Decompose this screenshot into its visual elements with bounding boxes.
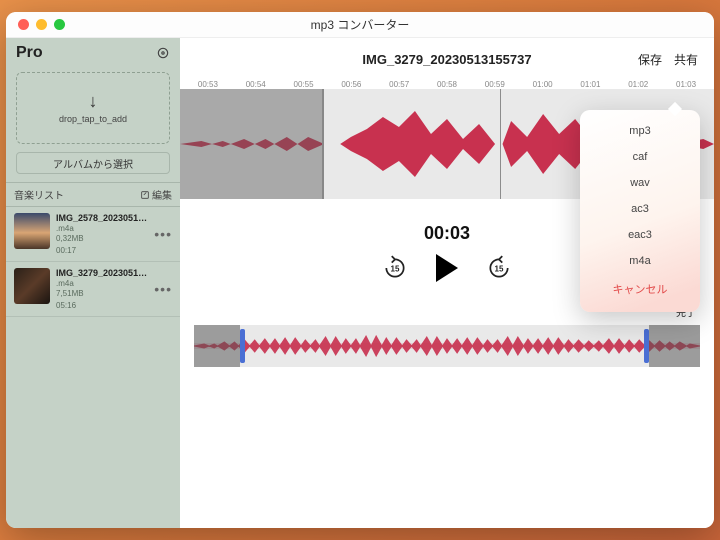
minimize-window-button[interactable] bbox=[36, 19, 47, 30]
play-button[interactable] bbox=[436, 254, 458, 282]
track-size: 7,51MB bbox=[56, 289, 148, 298]
window-title: mp3 コンバーター bbox=[6, 16, 714, 33]
overview-waveform-icon bbox=[194, 325, 700, 367]
ruler-tick: 00:56 bbox=[327, 80, 375, 89]
select-from-album-button[interactable]: アルバムから選択 bbox=[16, 152, 170, 174]
list-item[interactable]: IMG_3279_20230513155... .m4a 7,51MB 05:1… bbox=[6, 262, 180, 317]
music-list-header: 音楽リスト 編集 bbox=[6, 182, 180, 207]
skip-forward-button[interactable]: 15 bbox=[486, 255, 512, 281]
zoom-window-button[interactable] bbox=[54, 19, 65, 30]
format-menu: mp3 caf wav ac3 eac3 m4a キャンセル bbox=[580, 110, 700, 312]
track-ext: .m4a bbox=[56, 224, 148, 233]
edit-list-button[interactable]: 編集 bbox=[140, 187, 172, 202]
titlebar: mp3 コンバーター bbox=[6, 12, 714, 38]
ruler-tick: 01:01 bbox=[567, 80, 615, 89]
track-duration: 05:16 bbox=[56, 301, 148, 310]
main-panel: IMG_3279_20230513155737 保存 共有 00:53 00:5… bbox=[180, 38, 714, 528]
track-thumbnail bbox=[14, 268, 50, 304]
trim-mask-left[interactable] bbox=[180, 89, 324, 199]
format-option-ac3[interactable]: ac3 bbox=[580, 196, 700, 222]
ruler-tick: 00:55 bbox=[280, 80, 328, 89]
edit-label: 編集 bbox=[152, 187, 172, 202]
download-arrow-icon: ↓ bbox=[89, 92, 98, 110]
overview-mask-left bbox=[194, 325, 240, 367]
ruler-tick: 00:59 bbox=[471, 80, 519, 89]
format-option-mp3[interactable]: mp3 bbox=[580, 118, 700, 144]
sidebar-header: Pro bbox=[6, 38, 180, 66]
track-size: 0,32MB bbox=[56, 234, 148, 243]
time-ruler: 00:53 00:54 00:55 00:56 00:57 00:58 00:5… bbox=[180, 75, 714, 89]
format-option-caf[interactable]: caf bbox=[580, 144, 700, 170]
music-list: IMG_2578_20230513155... .m4a 0,32MB 00:1… bbox=[6, 207, 180, 317]
track-name: IMG_3279_20230513155... bbox=[56, 268, 148, 278]
window-controls bbox=[6, 19, 65, 30]
settings-icon[interactable] bbox=[156, 46, 170, 60]
format-option-m4a[interactable]: m4a bbox=[580, 248, 700, 274]
ruler-tick: 00:57 bbox=[375, 80, 423, 89]
more-icon[interactable]: ••• bbox=[154, 281, 172, 297]
sidebar: Pro ↓ drop_tap_to_add アルバムから選択 音楽リスト 編集 bbox=[6, 38, 180, 528]
main-header: IMG_3279_20230513155737 保存 共有 bbox=[180, 38, 714, 75]
ruler-tick: 01:03 bbox=[662, 80, 710, 89]
share-button[interactable]: 共有 bbox=[674, 51, 698, 68]
track-duration: 00:17 bbox=[56, 246, 148, 255]
ruler-tick: 00:58 bbox=[423, 80, 471, 89]
skip-back-button[interactable]: 15 bbox=[382, 255, 408, 281]
overview-handle-right[interactable] bbox=[644, 329, 649, 363]
track-thumbnail bbox=[14, 213, 50, 249]
overview-waveform[interactable] bbox=[194, 325, 700, 367]
close-window-button[interactable] bbox=[18, 19, 29, 30]
overview-mask-right bbox=[649, 325, 700, 367]
ruler-tick: 00:53 bbox=[184, 80, 232, 89]
track-info: IMG_2578_20230513155... .m4a 0,32MB 00:1… bbox=[56, 213, 148, 255]
save-button[interactable]: 保存 bbox=[638, 51, 662, 68]
ruler-tick: 01:00 bbox=[519, 80, 567, 89]
dropzone[interactable]: ↓ drop_tap_to_add bbox=[16, 72, 170, 144]
edit-icon bbox=[140, 190, 150, 200]
app-body: Pro ↓ drop_tap_to_add アルバムから選択 音楽リスト 編集 bbox=[6, 38, 714, 528]
skip-amount: 15 bbox=[391, 264, 400, 273]
ruler-tick: 00:54 bbox=[232, 80, 280, 89]
track-ext: .m4a bbox=[56, 279, 148, 288]
album-button-label: アルバムから選択 bbox=[53, 156, 133, 171]
track-name: IMG_2578_20230513155... bbox=[56, 213, 148, 223]
playhead[interactable] bbox=[500, 89, 501, 199]
format-cancel[interactable]: キャンセル bbox=[580, 274, 700, 304]
format-option-wav[interactable]: wav bbox=[580, 170, 700, 196]
skip-amount: 15 bbox=[495, 264, 504, 273]
list-item[interactable]: IMG_2578_20230513155... .m4a 0,32MB 00:1… bbox=[6, 207, 180, 262]
header-actions: 保存 共有 bbox=[638, 51, 698, 68]
music-list-title: 音楽リスト bbox=[14, 187, 64, 202]
ruler-tick: 01:02 bbox=[614, 80, 662, 89]
app-window: mp3 コンバーター Pro ↓ drop_tap_to_add アルバムから選… bbox=[6, 12, 714, 528]
current-file-title: IMG_3279_20230513155737 bbox=[198, 52, 696, 67]
dropzone-label: drop_tap_to_add bbox=[59, 114, 127, 124]
more-icon[interactable]: ••• bbox=[154, 226, 172, 242]
pro-badge[interactable]: Pro bbox=[16, 44, 43, 62]
overview-handle-left[interactable] bbox=[240, 329, 245, 363]
format-option-eac3[interactable]: eac3 bbox=[580, 222, 700, 248]
track-info: IMG_3279_20230513155... .m4a 7,51MB 05:1… bbox=[56, 268, 148, 310]
